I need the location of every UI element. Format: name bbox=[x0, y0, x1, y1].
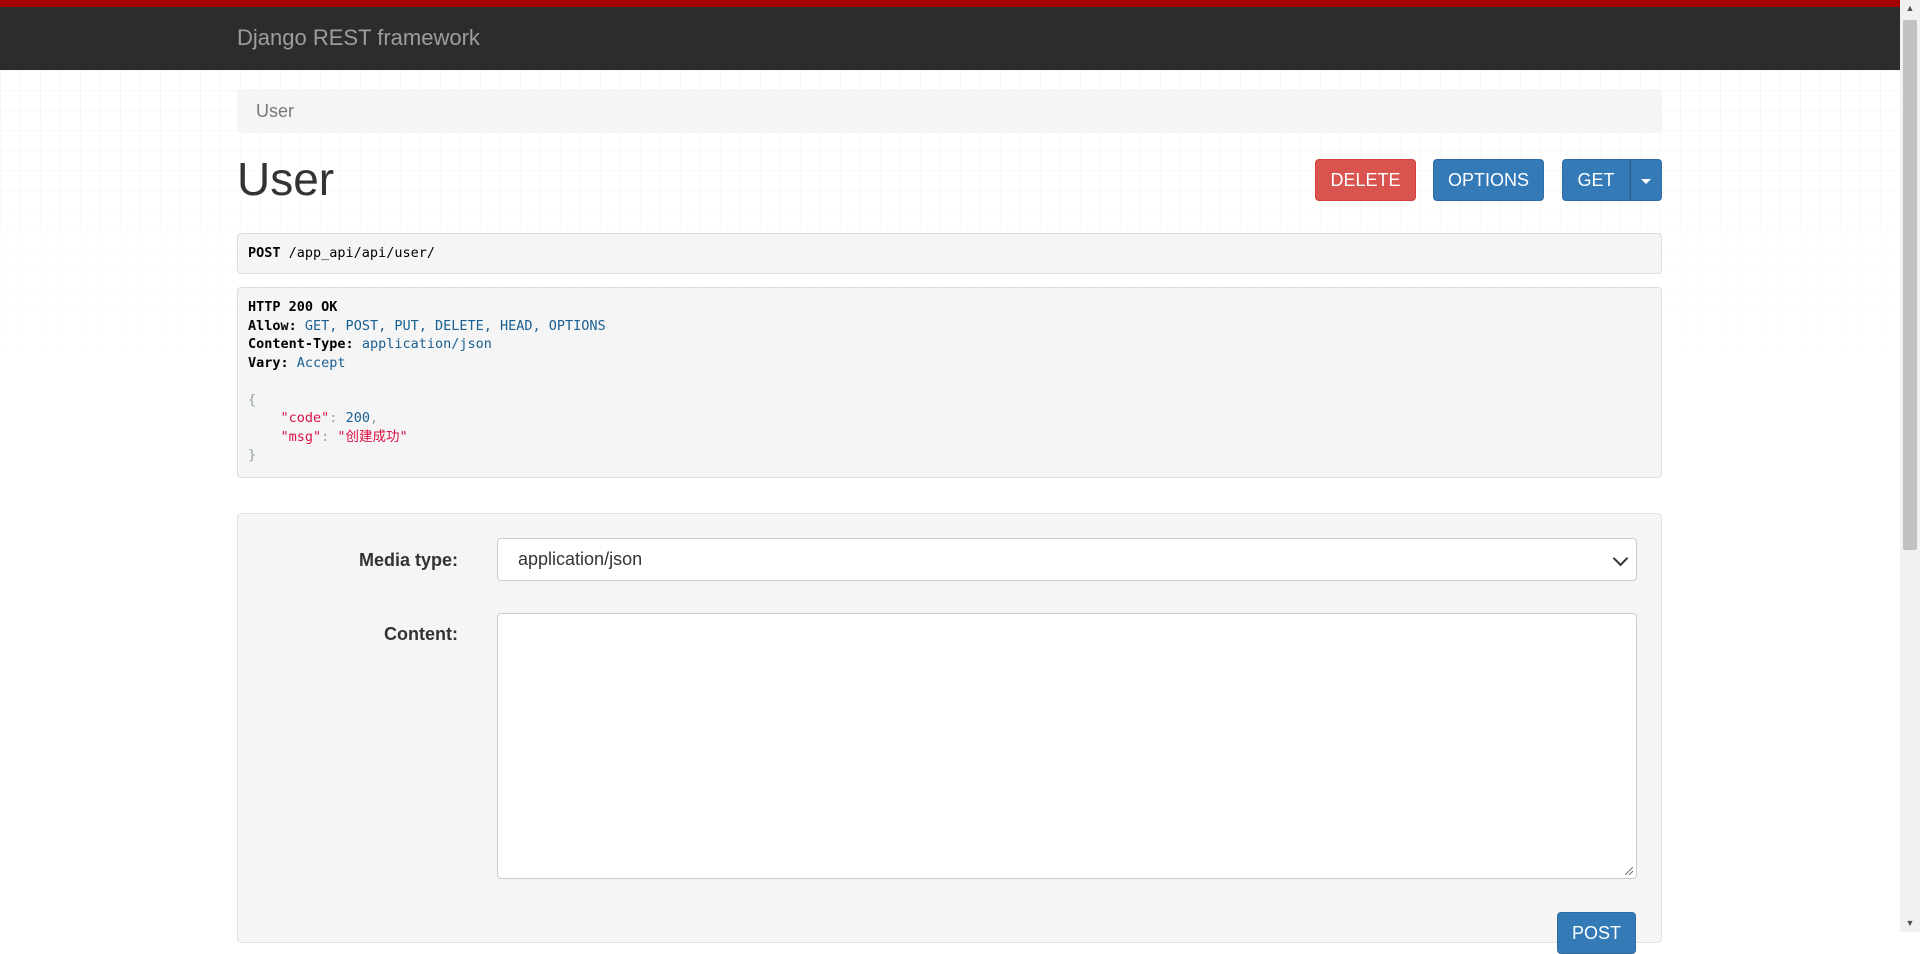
get-button[interactable]: GET bbox=[1562, 159, 1630, 201]
navbar: Django REST framework bbox=[0, 0, 1900, 70]
delete-button[interactable]: DELETE bbox=[1315, 159, 1416, 201]
page-title: User bbox=[237, 153, 335, 205]
json-key-code: "code" bbox=[280, 410, 330, 426]
json-open-brace: { bbox=[248, 391, 257, 408]
raw-data-form: Media type: application/json Content: PO… bbox=[237, 513, 1662, 954]
breadcrumb-item-user: User bbox=[256, 101, 295, 121]
json-close-brace: } bbox=[248, 447, 257, 463]
scroll-down-icon[interactable]: ▼ bbox=[1900, 915, 1920, 932]
chevron-down-icon bbox=[1612, 550, 1629, 567]
header-name-content-type: Content-Type: bbox=[248, 336, 354, 352]
request-method: POST bbox=[248, 245, 281, 261]
resize-handle-icon[interactable] bbox=[1625, 867, 1633, 875]
scroll-up-icon[interactable]: ▲ bbox=[1900, 0, 1920, 17]
scrollbar-thumb[interactable] bbox=[1903, 20, 1917, 550]
request-path: /app_api/api/user/ bbox=[288, 245, 435, 261]
json-value-code: 200 bbox=[345, 410, 370, 426]
response-info: HTTP 200 OK Allow: GET, POST, PUT, DELET… bbox=[237, 287, 1662, 478]
header-value-content-type: application/json bbox=[361, 336, 492, 352]
request-info: POST /app_api/api/user/ bbox=[237, 233, 1662, 274]
content-label: Content: bbox=[384, 624, 458, 644]
content-textarea[interactable] bbox=[497, 613, 1637, 879]
header-name-vary: Vary: bbox=[248, 354, 289, 371]
get-format-dropdown-button[interactable] bbox=[1630, 159, 1662, 201]
post-button[interactable]: POST bbox=[1557, 912, 1636, 954]
navbar-brand[interactable]: Django REST framework bbox=[237, 25, 480, 51]
header-value-allow: GET, POST, PUT, DELETE, HEAD, OPTIONS bbox=[304, 317, 606, 334]
media-type-selected: application/json bbox=[518, 549, 643, 569]
caret-down-icon bbox=[1641, 178, 1651, 184]
json-key-msg: "msg" bbox=[280, 428, 322, 445]
media-type-label: Media type: bbox=[358, 550, 458, 570]
json-value-msg: "创建成功" bbox=[337, 428, 408, 445]
response-status: HTTP 200 OK bbox=[248, 299, 338, 315]
breadcrumb: User bbox=[237, 89, 1662, 133]
options-button[interactable]: OPTIONS bbox=[1433, 159, 1544, 201]
scrollbar[interactable]: ▲ ▼ bbox=[1900, 0, 1920, 932]
header-name-allow: Allow: bbox=[248, 317, 297, 334]
media-type-select[interactable]: application/json bbox=[497, 538, 1637, 581]
header-value-vary: Accept bbox=[296, 354, 346, 371]
